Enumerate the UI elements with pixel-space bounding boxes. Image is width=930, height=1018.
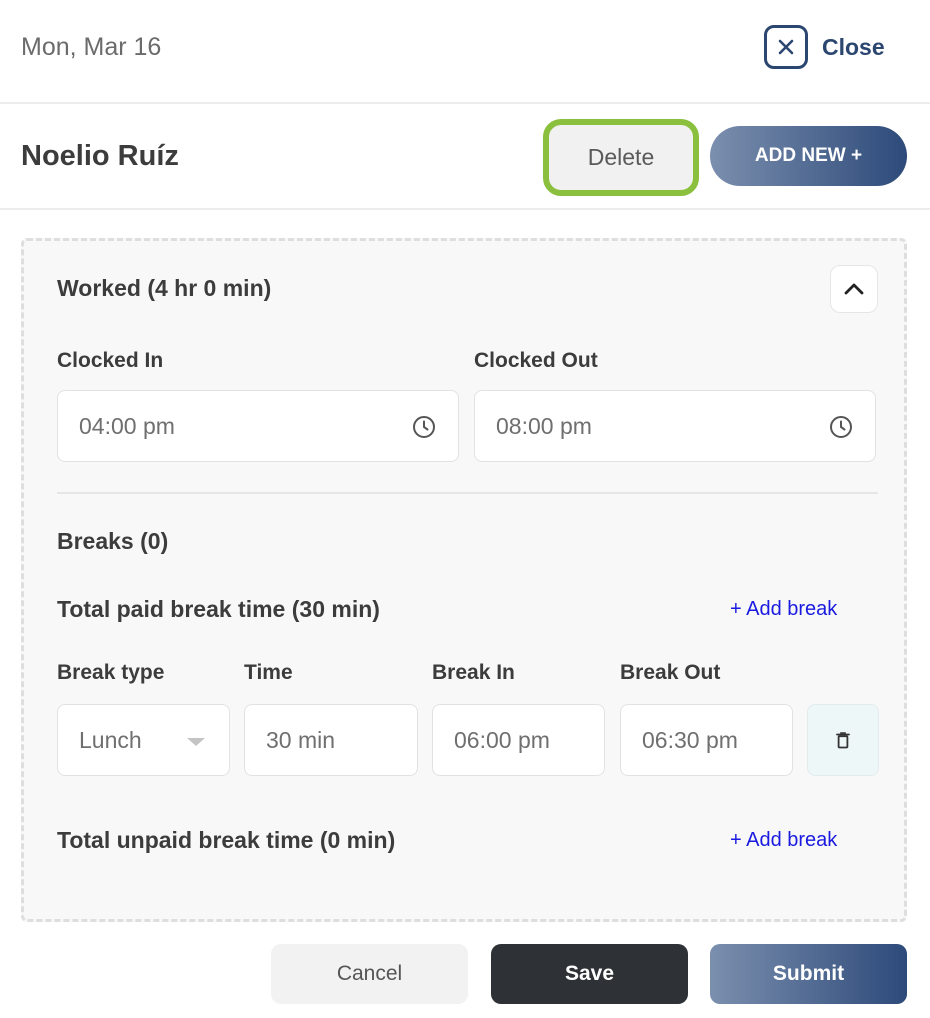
break-type-select[interactable]: Lunch [57, 704, 230, 776]
caret-down-icon[interactable] [187, 738, 205, 746]
delete-break-button[interactable] [807, 704, 879, 776]
worked-title: Worked (4 hr 0 min) [57, 275, 272, 301]
clocked-in-value: 04:00 pm [79, 412, 175, 439]
clocked-out-input[interactable]: 08:00 pm [474, 390, 876, 462]
clocked-out-label: Clocked Out [474, 349, 598, 372]
break-out-label: Break Out [620, 661, 721, 684]
break-out-input[interactable]: 06:30 pm [620, 704, 793, 776]
break-in-input[interactable]: 06:00 pm [432, 704, 605, 776]
break-type-label: Break type [57, 661, 165, 684]
add-paid-break-link[interactable]: + Add break [730, 598, 837, 621]
section-divider [57, 492, 878, 494]
chevron-up-icon [844, 283, 864, 295]
clocked-in-label: Clocked In [57, 349, 164, 372]
date-label: Mon, Mar 16 [21, 33, 162, 61]
clocked-out-value: 08:00 pm [496, 412, 592, 439]
employee-bar: Noelio Ruíz Delete ADD NEW + [0, 104, 930, 210]
paid-break-title: Total paid break time (30 min) [57, 596, 380, 622]
break-in-value: 06:00 pm [454, 726, 550, 753]
top-bar: Mon, Mar 16 Close [0, 0, 930, 104]
trash-icon [836, 732, 850, 749]
break-out-value: 06:30 pm [642, 726, 738, 753]
submit-button[interactable]: Submit [710, 944, 907, 1004]
break-type-value: Lunch [79, 726, 142, 753]
shift-card: Worked (4 hr 0 min) Clocked In Clocked O… [21, 238, 907, 922]
collapse-button[interactable] [830, 265, 878, 313]
add-unpaid-break-link[interactable]: + Add break [730, 829, 837, 852]
breaks-title: Breaks (0) [57, 528, 169, 554]
cancel-button[interactable]: Cancel [271, 944, 468, 1004]
close-button[interactable]: Close [764, 25, 885, 69]
break-time-input[interactable]: 30 min [244, 704, 418, 776]
close-label[interactable]: Close [822, 34, 885, 61]
delete-button[interactable]: Delete [543, 119, 699, 196]
clock-icon[interactable] [412, 415, 436, 439]
unpaid-break-title: Total unpaid break time (0 min) [57, 827, 396, 853]
add-new-button[interactable]: ADD NEW + [710, 126, 907, 186]
clock-icon[interactable] [829, 415, 853, 439]
save-button[interactable]: Save [491, 944, 688, 1004]
clocked-in-input[interactable]: 04:00 pm [57, 390, 459, 462]
break-in-label: Break In [432, 661, 515, 684]
employee-name: Noelio Ruíz [21, 140, 179, 172]
break-time-label: Time [244, 661, 293, 684]
break-time-value: 30 min [266, 726, 336, 753]
close-icon[interactable] [764, 25, 808, 69]
